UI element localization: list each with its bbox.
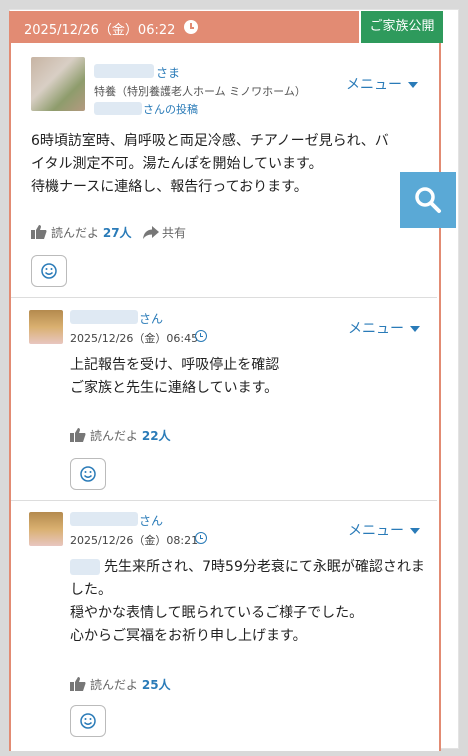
reads-count: 25人 [141, 678, 171, 692]
poster-name-redacted [94, 102, 142, 115]
comment-body: 上記報告を受け、呼吸停止を確認 ご家族と先生に連絡しています。 [70, 357, 280, 396]
reads-count: 27人 [102, 226, 132, 240]
menu-label: メニュー [348, 321, 404, 337]
resident-avatar[interactable] [31, 57, 85, 111]
comment-menu-button[interactable]: メニュー [348, 520, 420, 540]
staff-name-redacted [70, 310, 138, 324]
staff-name-suffix[interactable]: さん [139, 512, 163, 529]
staff-avatar[interactable] [29, 512, 63, 546]
post-header-bar: 2025/12/26（金）06:22 [9, 11, 359, 43]
reaction-button[interactable] [70, 705, 106, 737]
divider [11, 297, 437, 298]
post-datetime: 2025/12/26（金）06:22 [24, 23, 176, 38]
comment-reads[interactable]: 読んだよ 22人 [70, 427, 171, 444]
divider [11, 500, 437, 501]
caret-down-icon [410, 326, 420, 332]
post-menu-button[interactable]: メニュー [346, 74, 418, 94]
reads-label: 読んだよ [51, 226, 100, 240]
resident-name-redacted [94, 64, 154, 78]
search-icon [415, 187, 441, 213]
share-arrow-icon [143, 226, 159, 239]
staff-name-redacted [70, 512, 138, 526]
thumbs-up-icon [70, 677, 86, 691]
facility-name: 特養（特別養護老人ホーム ミノワホーム） [94, 85, 306, 98]
clock-icon [195, 532, 207, 544]
reads-label: 読んだよ [90, 429, 139, 443]
family-public-badge[interactable]: ご家族公開 [361, 11, 443, 43]
thumbs-up-icon [31, 225, 47, 239]
comment-menu-button[interactable]: メニュー [348, 318, 420, 338]
menu-label: メニュー [348, 523, 404, 539]
reaction-button[interactable] [70, 458, 106, 490]
staff-name-suffix[interactable]: さん [139, 310, 163, 327]
post-body: 6時頃訪室時、肩呼吸と両足冷感、チアノーゼ見られ、バイタル測定不可。湯たんぽを開… [31, 133, 389, 195]
clock-icon [184, 20, 198, 34]
resident-name-suffix[interactable]: さま [156, 64, 180, 81]
share-label: 共有 [162, 226, 187, 240]
share-button[interactable]: 共有 [143, 224, 186, 241]
thumbs-up-icon [70, 428, 86, 442]
clock-icon [195, 330, 207, 342]
reaction-button[interactable] [31, 255, 67, 287]
post-reads[interactable]: 読んだよ 27人 [31, 224, 132, 241]
comment-time: 2025/12/26（金）06:45 [70, 332, 199, 345]
search-button[interactable] [400, 172, 456, 228]
comment-body: 先生来所され、7時59分老衰にて永眠が確認されました。 穏やかな表情して眠られて… [70, 559, 425, 644]
reads-count: 22人 [141, 429, 171, 443]
menu-label: メニュー [346, 77, 402, 93]
comment-time: 2025/12/26（金）08:21 [70, 534, 199, 547]
caret-down-icon [410, 528, 420, 534]
reads-label: 読んだよ [90, 678, 139, 692]
staff-avatar[interactable] [29, 310, 63, 344]
smiley-icon [80, 713, 96, 729]
comment-reads[interactable]: 読んだよ 25人 [70, 676, 171, 693]
smiley-icon [41, 263, 57, 279]
smiley-icon [80, 466, 96, 482]
poster-label[interactable]: さんの投稿 [143, 101, 198, 117]
caret-down-icon [408, 82, 418, 88]
